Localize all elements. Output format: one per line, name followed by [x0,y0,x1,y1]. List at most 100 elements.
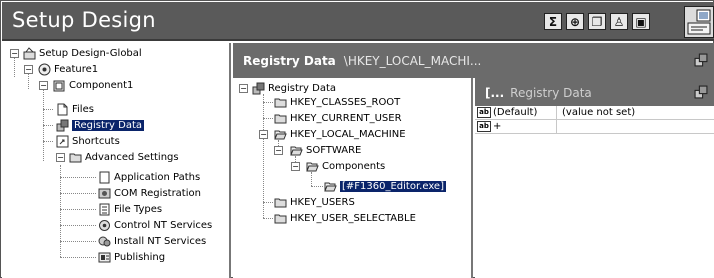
list-title-label: Registry Data [510,86,592,100]
folder-open-icon [323,180,337,193]
values-table: ab (Default) (value not set) ab + [475,106,714,134]
tree-item-label: Registry Data [72,119,144,131]
tree-item-label: Install NT Services [114,235,207,247]
tree-item-label: Feature1 [54,63,99,75]
tree-item-file-types[interactable]: File Types [97,201,162,217]
reg-item-hkey-user-selectable[interactable]: HKEY_USER_SELECTABLE [273,210,416,226]
collapse-toggle[interactable]: − [56,153,65,162]
folder-open-icon [273,128,287,141]
service-control-icon [97,219,111,232]
reg-item-label: HKEY_USER_SELECTABLE [290,212,416,224]
feature-icon [37,63,51,76]
registry-icon [55,119,69,132]
reg-item-f1360-editor[interactable]: [#F1360_Editor.exe] [323,178,446,194]
dialog-icon[interactable]: ❐ [588,13,606,30]
reg-item-label: [#F1360_Editor.exe] [340,180,446,192]
tree-item-setup-design-global[interactable]: Setup Design-Global [22,45,142,61]
collapse-toggle[interactable]: − [10,49,19,58]
setup-wizard-icon[interactable] [684,6,714,38]
window-icon[interactable]: ▣ [632,13,650,30]
registry-icon [694,85,708,99]
publishing-icon [97,251,111,264]
list-title-prefix: [... [485,86,505,100]
reg-item-software[interactable]: SOFTWARE [289,142,361,158]
folder-icon [273,196,287,209]
tree-item-shortcuts[interactable]: Shortcuts [55,133,120,149]
tree-item-label: Advanced Settings [85,151,179,163]
tree-item-label: Control NT Services [114,219,213,231]
tree-item-advanced-settings[interactable]: Advanced Settings [68,149,179,165]
document-icon [97,171,111,184]
reg-item-hkey-current-user[interactable]: HKEY_CURRENT_USER [273,110,402,126]
tree-item-application-paths[interactable]: Application Paths [97,169,200,185]
tree-item-label: Application Paths [114,171,201,183]
setup-icon [22,46,36,60]
string-value-icon: ab [477,121,491,132]
view-title: Registry Data \HKEY_LOCAL_MACHI... [243,54,481,68]
service-install-icon [97,235,111,248]
tree-item-component1[interactable]: Component1 [52,77,133,93]
title-bar: Setup Design Σ ⊕ ❐ ♙ ▣ [2,2,714,41]
view-header: Registry Data \HKEY_LOCAL_MACHI... [233,43,714,78]
value-name: + [493,121,502,132]
collapse-toggle[interactable]: − [239,84,248,93]
collapse-toggle[interactable]: − [39,81,48,90]
value-name: (Default) [493,107,538,118]
tree-item-label: Setup Design-Global [39,47,142,59]
reg-item-components[interactable]: Components [305,158,385,174]
registry-path: \HKEY_LOCAL_MACHI... [343,54,482,68]
table-row[interactable]: ab + [475,120,714,134]
tree-item-control-nt-services[interactable]: Control NT Services [97,217,212,233]
reg-item-label: HKEY_CLASSES_ROOT [290,96,401,108]
person-icon[interactable]: ♙ [610,13,628,30]
com-icon [97,187,111,200]
tree-item-com-registration[interactable]: COM Registration [97,185,201,201]
toolbar: Σ ⊕ ❐ ♙ ▣ [544,13,650,31]
reg-item-label: HKEY_USERS [290,196,355,208]
table-row[interactable]: ab (Default) (value not set) [475,106,714,120]
values-list: [... Registry Data ab (Default) (value no… [475,78,714,278]
folder-icon [273,112,287,125]
registry-icon [251,82,265,95]
tree-item-install-nt-services[interactable]: Install NT Services [97,233,206,249]
folder-icon [273,212,287,225]
tree-item-label: File Types [114,203,163,215]
shortcut-icon [55,135,69,148]
string-value-icon: ab [477,107,491,118]
reg-item-label: HKEY_CURRENT_USER [290,112,402,124]
tree-item-feature1[interactable]: Feature1 [37,61,98,77]
component-icon [52,79,66,92]
list-header: [... Registry Data [475,78,714,106]
setup-tree: − − − − Setup Design-Global Feature1 Com… [2,43,231,278]
collapse-toggle[interactable]: − [24,65,33,74]
app-title: Setup Design [12,8,156,32]
tree-item-registry-data[interactable]: Registry Data [55,117,144,133]
tree-item-label: Shortcuts [72,135,120,147]
value-data: (value not set) [562,107,636,118]
list-title: [... Registry Data [485,86,592,100]
sigma-icon[interactable]: Σ [544,13,562,30]
reg-item-label: SOFTWARE [306,144,362,156]
reg-item-label: HKEY_LOCAL_MACHINE [290,128,406,140]
reg-item-hkey-local-machine[interactable]: HKEY_LOCAL_MACHINE [273,126,406,142]
value-name-cell: ab + [475,120,557,133]
reg-item-hkey-classes-root[interactable]: HKEY_CLASSES_ROOT [273,94,400,110]
collapse-toggle[interactable]: − [259,130,268,139]
folder-icon [273,96,287,109]
registry-tree: − − − − Registry Data HKEY_CLASSES_ROOT … [233,78,473,278]
tree-item-files[interactable]: Files [55,101,94,117]
files-icon [55,103,69,116]
reg-item-hkey-users[interactable]: HKEY_USERS [273,194,355,210]
tree-item-publishing[interactable]: Publishing [97,249,165,265]
folder-icon [68,151,82,164]
reg-item-label: Registry Data [268,82,336,94]
registry-icon [694,53,708,67]
folder-open-icon [289,144,303,157]
reg-item-label: Components [322,160,386,172]
tree-item-label: Component1 [69,79,134,91]
value-name-cell: ab (Default) [475,106,557,119]
collapse-toggle[interactable]: − [274,146,283,155]
tree-item-label: Publishing [114,251,166,263]
globe-icon[interactable]: ⊕ [566,13,584,30]
collapse-toggle[interactable]: − [291,162,300,171]
